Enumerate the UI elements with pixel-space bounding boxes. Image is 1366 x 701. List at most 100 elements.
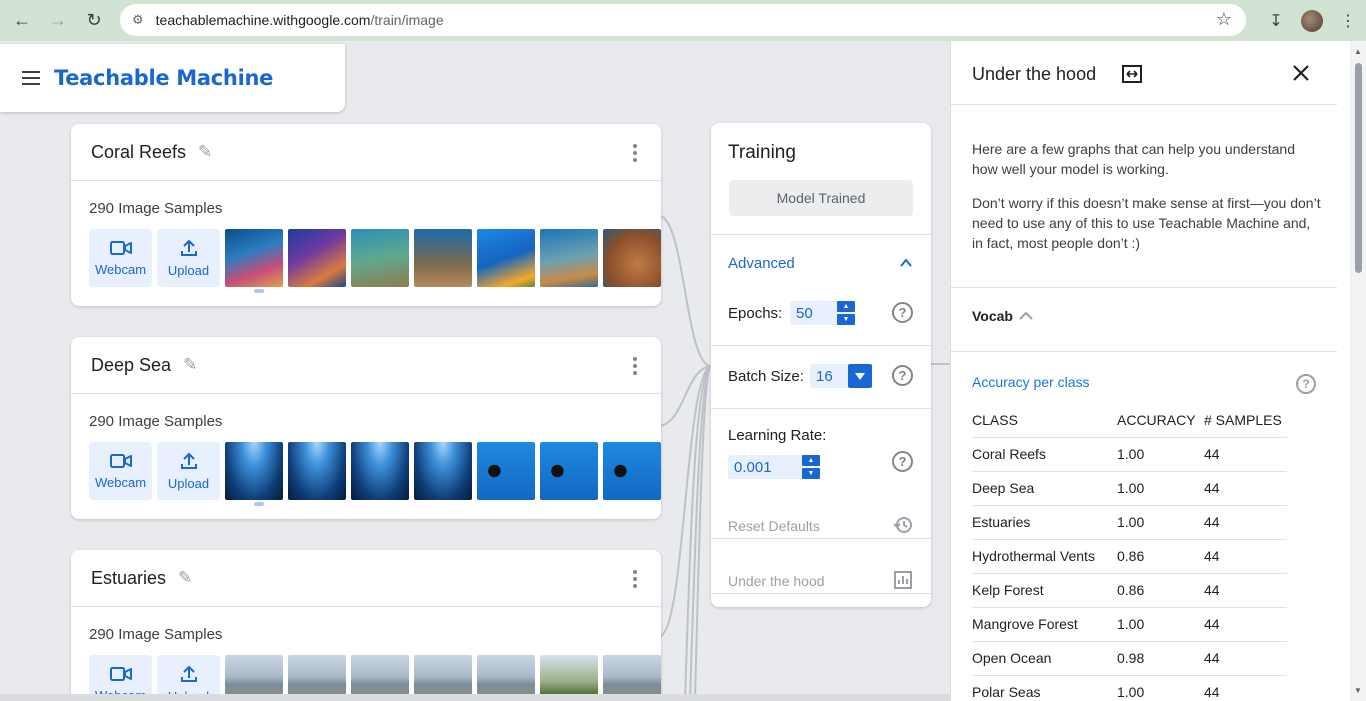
table-row: Mangrove Forest 1.00 44 [972, 607, 1287, 642]
class-options-icon[interactable] [633, 570, 637, 588]
bar-chart-icon[interactable] [893, 570, 913, 590]
sample-thumbnails [225, 442, 661, 500]
sample-thumbnail[interactable] [225, 229, 283, 287]
divider [711, 408, 931, 409]
class-name-cell: Kelp Forest [972, 573, 1117, 608]
class-name[interactable]: Coral Reefs [91, 142, 186, 163]
advanced-toggle-label[interactable]: Advanced [728, 255, 795, 272]
sample-thumbnail[interactable] [225, 442, 283, 500]
epochs-input[interactable]: 50 [790, 301, 844, 325]
epochs-stepper[interactable]: ▲ ▼ [837, 301, 855, 325]
panel-scrollbar[interactable]: ▲ ▼ [1350, 41, 1366, 701]
chevron-up-icon [1019, 311, 1033, 320]
profile-avatar[interactable] [1294, 3, 1330, 39]
class-name[interactable]: Deep Sea [91, 355, 171, 376]
table-row: Open Ocean 0.98 44 [972, 641, 1287, 676]
sample-thumbnail[interactable] [414, 229, 472, 287]
hamburger-menu-icon[interactable] [22, 71, 40, 85]
divider [711, 538, 931, 539]
sample-thumbnail[interactable] [540, 229, 598, 287]
sample-thumbnail[interactable] [540, 442, 598, 500]
browser-menu-icon[interactable]: ⋮ [1330, 3, 1366, 39]
accuracy-cell: 1.00 [1117, 505, 1204, 540]
sample-thumbnail[interactable] [477, 442, 535, 500]
edit-pencil-icon[interactable]: ✎ [178, 568, 192, 588]
class-card-deep-sea: Deep Sea ✎ 290 Image Samples Webcam Uplo… [71, 337, 661, 519]
samples-cell: 44 [1204, 573, 1287, 608]
output-connector [931, 363, 950, 365]
class-name[interactable]: Estuaries [91, 568, 166, 589]
upload-button[interactable]: Upload [157, 229, 220, 287]
epochs-help-icon[interactable]: ? [892, 302, 913, 323]
class-options-icon[interactable] [633, 357, 637, 375]
upload-icon [180, 239, 197, 256]
upload-label: Upload [167, 475, 210, 491]
samples-cell: 44 [1204, 539, 1287, 574]
bookmark-star-icon[interactable]: ☆ [1216, 9, 1232, 30]
sample-thumbnail[interactable] [288, 442, 346, 500]
panel-title: Under the hood [972, 64, 1097, 84]
close-icon[interactable] [1291, 63, 1311, 83]
thumbnail-scrollbar[interactable] [246, 289, 656, 295]
learning-rate-input[interactable]: 0.001 [728, 455, 804, 479]
site-info-icon[interactable]: ⚙ [132, 12, 144, 28]
expand-panel-icon[interactable] [1122, 65, 1142, 83]
samples-cell: 44 [1204, 437, 1287, 472]
reload-icon[interactable]: ↻ [76, 2, 112, 38]
webcam-button[interactable]: Webcam [89, 229, 152, 287]
app-title[interactable]: Teachable Machine [54, 66, 273, 90]
sample-thumbnail[interactable] [414, 442, 472, 500]
sample-thumbnail[interactable] [603, 229, 661, 287]
accuracy-cell: 1.00 [1117, 675, 1204, 701]
divider [711, 345, 931, 346]
batch-size-help-icon[interactable]: ? [892, 365, 913, 386]
back-icon[interactable]: ← [4, 2, 40, 38]
edit-pencil-icon[interactable]: ✎ [198, 142, 212, 162]
webcam-label: Webcam [94, 474, 147, 490]
download-icon[interactable]: ↧ [1258, 3, 1294, 39]
upload-icon [180, 665, 197, 682]
edit-pencil-icon[interactable]: ✎ [183, 355, 197, 375]
forward-icon[interactable]: → [40, 2, 76, 38]
column-header: CLASS [972, 403, 1117, 438]
upload-button[interactable]: Upload [157, 442, 220, 500]
sample-thumbnail[interactable] [603, 442, 661, 500]
chevron-up-icon[interactable] [899, 256, 913, 270]
address-bar[interactable]: ⚙ teachablemachine.withgoogle.com/train/… [120, 4, 1246, 36]
class-card-coral-reefs: Coral Reefs ✎ 290 Image Samples Webcam U… [71, 124, 661, 306]
accuracy-cell: 0.86 [1117, 573, 1204, 608]
app-header: Teachable Machine [0, 44, 345, 112]
under-the-hood-button[interactable]: Under the hood [728, 573, 825, 589]
webcam-label: Webcam [94, 261, 147, 277]
sample-thumbnail[interactable] [351, 229, 409, 287]
learning-rate-help-icon[interactable]: ? [892, 451, 913, 472]
webcam-button[interactable]: Webcam [89, 442, 152, 500]
samples-cell: 44 [1204, 505, 1287, 540]
vocab-toggle[interactable]: Vocab [972, 308, 1033, 324]
dropdown-arrow-icon[interactable] [848, 364, 872, 388]
divider [711, 234, 931, 235]
sample-thumbnail[interactable] [477, 229, 535, 287]
sample-thumbnails [225, 229, 661, 287]
intro-paragraph: Here are a few graphs that can help you … [972, 141, 1295, 177]
accuracy-cell: 0.98 [1117, 641, 1204, 676]
webcam-icon [109, 240, 132, 255]
class-options-icon[interactable] [633, 144, 637, 162]
intro-paragraph: Don’t worry if this doesn’t make sense a… [972, 195, 1321, 251]
learning-rate-stepper[interactable]: ▲ ▼ [802, 455, 820, 479]
accuracy-help-icon[interactable]: ? [1296, 374, 1316, 394]
batch-size-select[interactable]: 16 [810, 364, 850, 388]
history-icon[interactable] [893, 515, 913, 535]
sample-thumbnail[interactable] [288, 229, 346, 287]
table-row: Coral Reefs 1.00 44 [972, 437, 1287, 472]
divider [951, 351, 1337, 352]
connector-lines [659, 215, 711, 701]
thumbnail-scrollbar[interactable] [246, 502, 656, 508]
webcam-icon [109, 666, 132, 681]
divider [951, 287, 1337, 288]
accuracy-table: CLASS ACCURACY # SAMPLES Coral Reefs 1.00… [972, 403, 1287, 701]
train-model-button[interactable]: Model Trained [729, 180, 913, 216]
sample-thumbnail[interactable] [351, 442, 409, 500]
accuracy-cell: 1.00 [1117, 437, 1204, 472]
reset-defaults-button[interactable]: Reset Defaults [728, 518, 820, 534]
